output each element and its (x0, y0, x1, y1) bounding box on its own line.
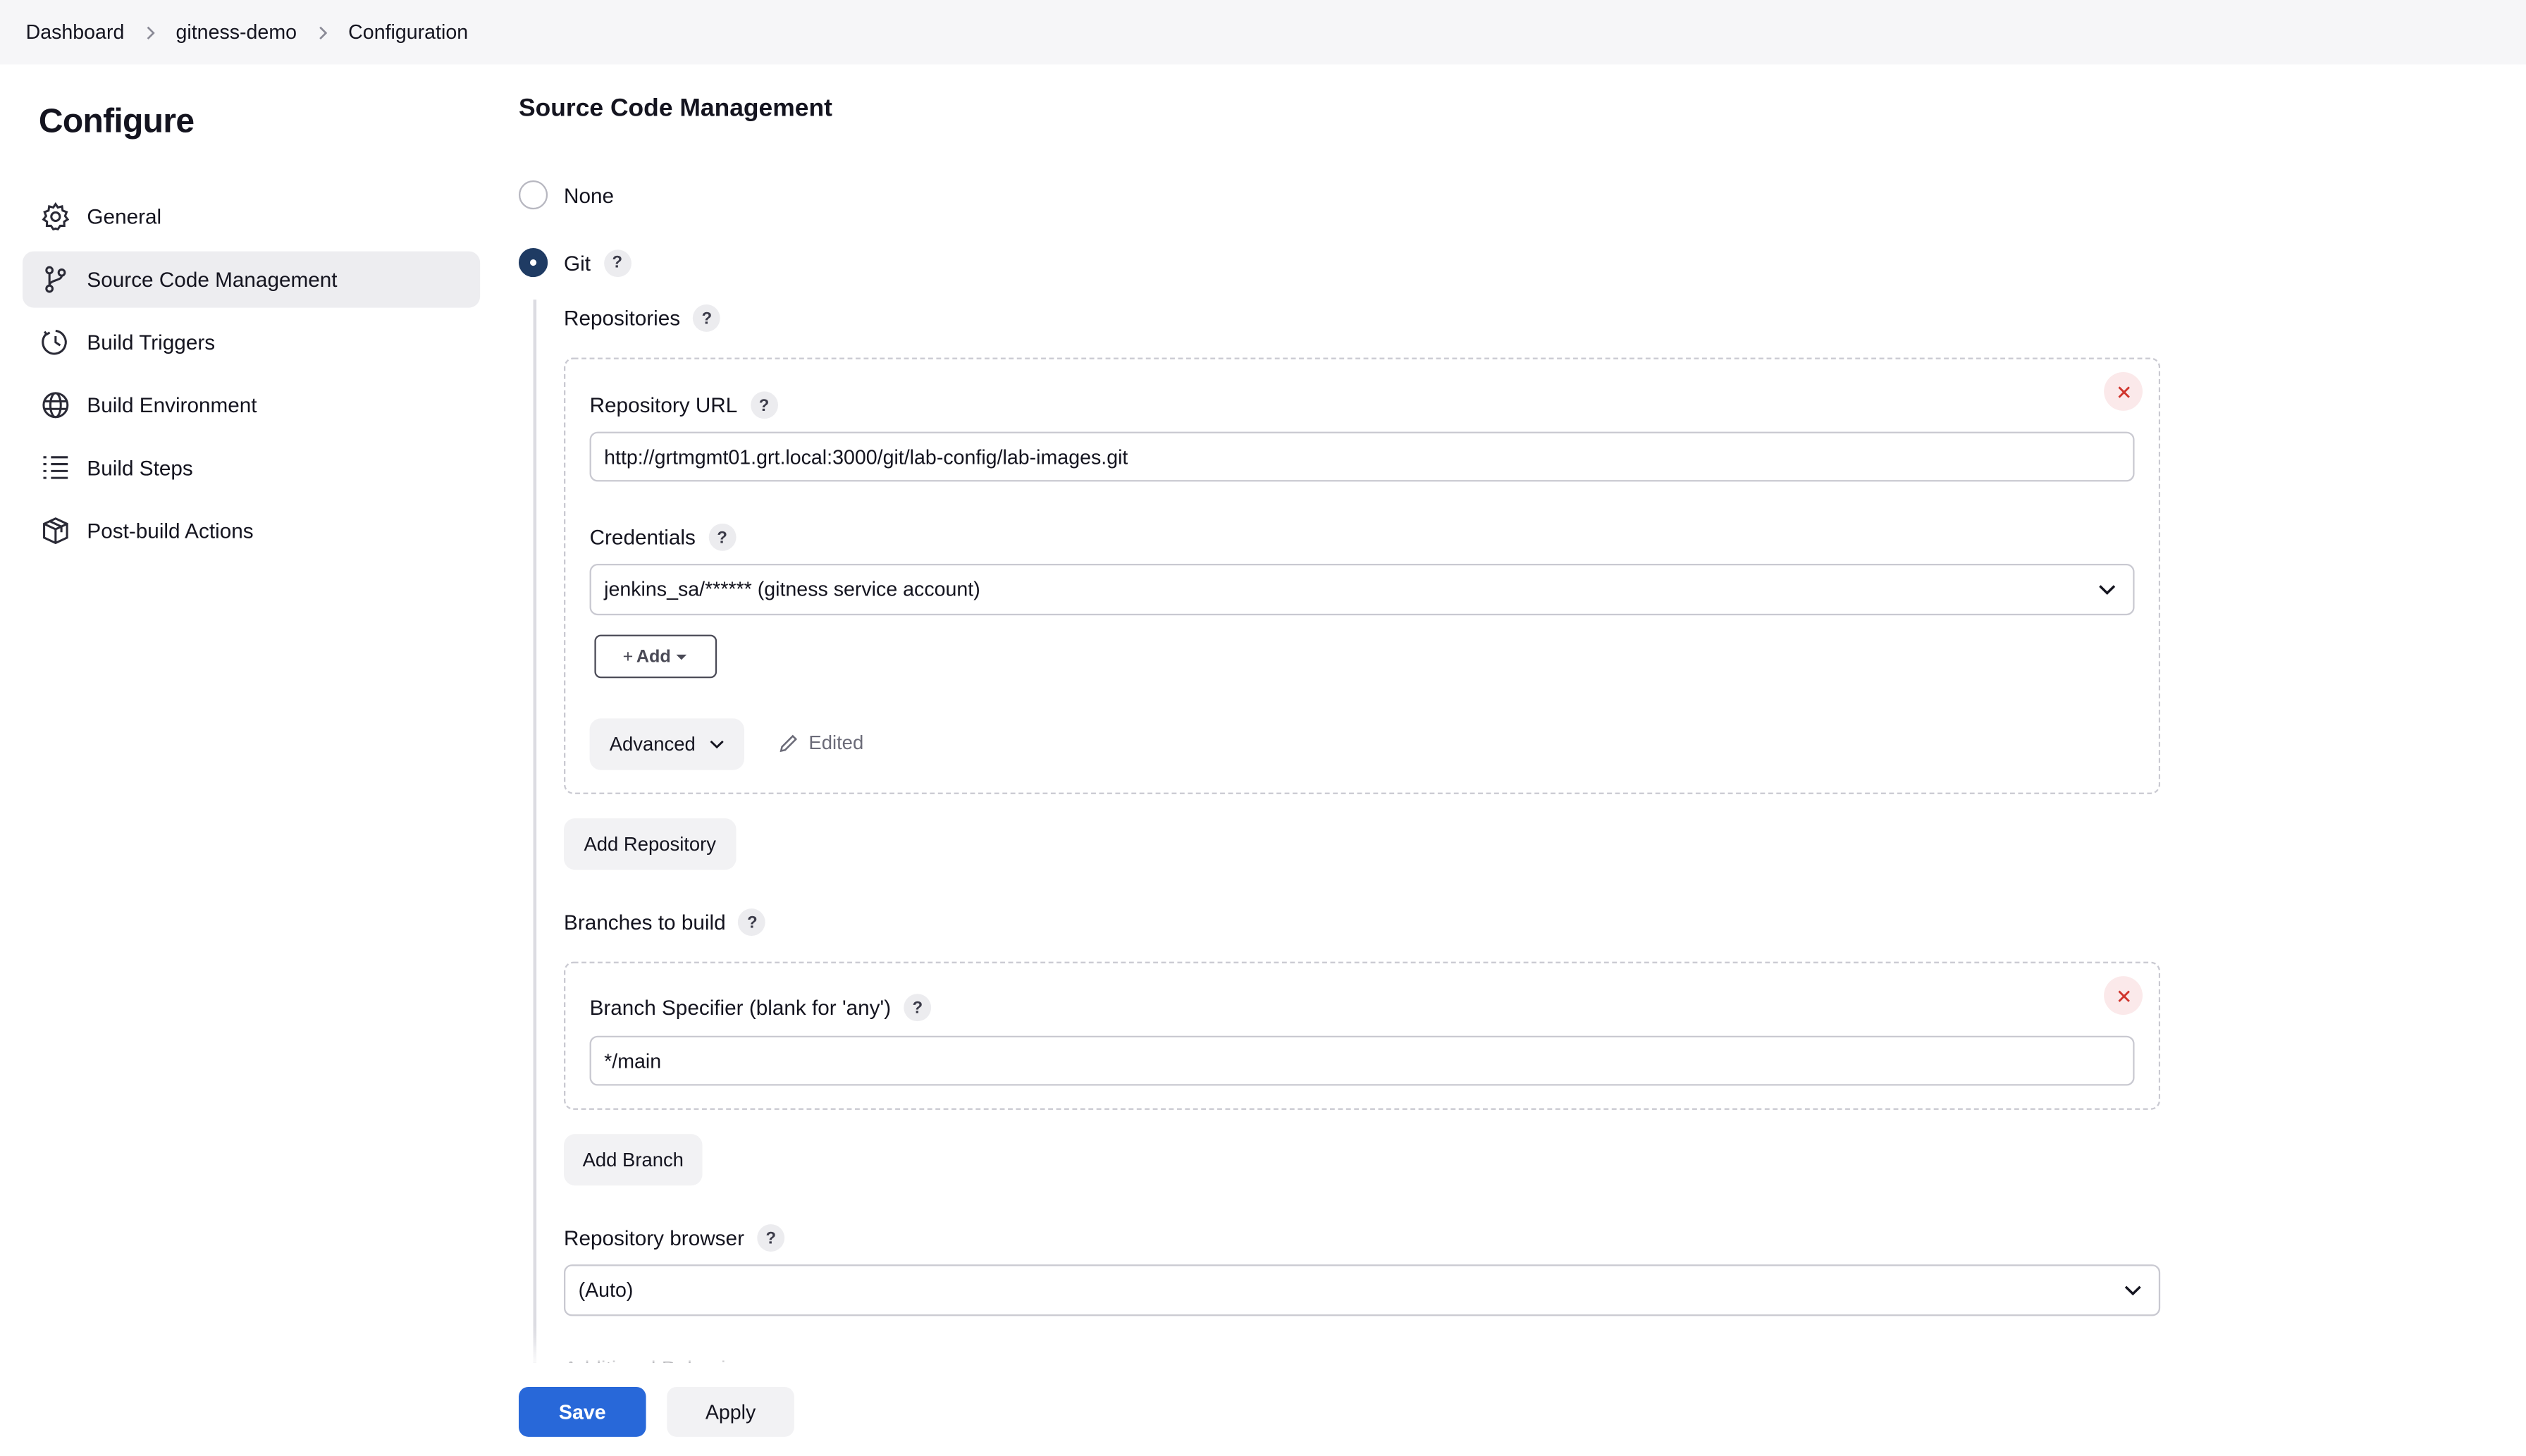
apply-button[interactable]: Apply (667, 1386, 794, 1437)
repo-url-label: Repository URL ? (590, 391, 778, 419)
remove-repository-button[interactable] (2104, 371, 2143, 411)
radio-none[interactable] (518, 180, 548, 210)
branch-specifier-label: Branch Specifier (blank for 'any') ? (589, 994, 932, 1022)
radio-none-label: None (563, 183, 615, 207)
repository-browser-label: Repository browser ? (563, 1224, 785, 1252)
package-icon (39, 514, 71, 547)
sidebar-item-build-steps[interactable]: Build Steps (23, 440, 480, 496)
credentials-label-text: Credentials (589, 525, 696, 550)
branch-specifier-input[interactable]: */main (589, 1035, 2135, 1086)
credentials-label: Credentials ? (589, 523, 737, 551)
section-title: Source Code Management (518, 94, 832, 123)
help-icon[interactable]: ? (693, 304, 721, 332)
sidebar-item-source-code-management[interactable]: Source Code Management (22, 251, 481, 308)
chevron-down-icon (2099, 585, 2116, 595)
repositories-label-text: Repositories (563, 306, 681, 331)
sidebar-item-label: Build Environment (87, 393, 257, 417)
branches-label: Branches to build ? (564, 908, 766, 936)
scm-option-git: Git ? (518, 247, 632, 278)
sidebar-nav: General Source Code Management Build Tri… (22, 188, 481, 565)
plus-icon: + (622, 646, 634, 667)
sidebar-item-label: Build Triggers (87, 330, 216, 354)
breadcrumb-dashboard[interactable]: Dashboard (0, 21, 137, 44)
repository-browser-label-text: Repository browser (563, 1226, 744, 1250)
breadcrumb-configuration[interactable]: Configuration (335, 21, 481, 44)
breadcrumb: Dashboard gitness-demo Configuration (0, 0, 2526, 65)
sidebar-item-label: Post-build Actions (87, 518, 254, 543)
help-icon[interactable]: ? (708, 523, 737, 551)
sidebar-item-post-build-actions[interactable]: Post-build Actions (23, 502, 480, 559)
radio-git[interactable] (518, 247, 548, 278)
section-guide-line (533, 300, 537, 1369)
advanced-button[interactable]: Advanced (589, 718, 744, 770)
sidebar-item-build-triggers[interactable]: Build Triggers (23, 314, 480, 371)
credentials-select[interactable]: jenkins_sa/****** (gitness service accou… (589, 563, 2135, 616)
branch-specifier-label-text: Branch Specifier (blank for 'any') (589, 995, 892, 1020)
pencil-icon (780, 734, 798, 751)
add-repository-button[interactable]: Add Repository (563, 818, 737, 870)
list-icon (39, 452, 71, 484)
save-button[interactable]: Save (518, 1386, 646, 1437)
chevron-down-icon (709, 740, 723, 749)
repository-browser-select[interactable]: (Auto) (563, 1264, 2161, 1316)
sidebar-item-label: Source Code Management (87, 267, 338, 292)
chevron-right-icon (137, 25, 164, 39)
branch-specifier-value: */main (604, 1049, 662, 1073)
help-icon[interactable]: ? (757, 1224, 785, 1252)
help-icon[interactable]: ? (738, 908, 766, 936)
close-icon (2117, 385, 2129, 397)
add-branch-button[interactable]: Add Branch (563, 1134, 703, 1186)
advanced-label: Advanced (609, 732, 696, 755)
radio-git-label: Git (563, 250, 591, 275)
remove-branch-button[interactable] (2104, 976, 2143, 1015)
edited-label: Edited (808, 731, 864, 754)
add-repository-label: Add Repository (584, 832, 717, 856)
repository-browser-value: (Auto) (578, 1278, 634, 1302)
sidebar-item-label: Build Steps (87, 455, 193, 481)
clock-icon (39, 326, 71, 359)
page-title: Configure (38, 103, 195, 140)
branches-label-text: Branches to build (563, 910, 726, 934)
help-icon[interactable]: ? (750, 391, 778, 419)
chevron-down-icon (2124, 1285, 2141, 1296)
repo-url-label-text: Repository URL (589, 393, 738, 417)
scm-option-none: None (518, 180, 615, 210)
edited-indicator: Edited (778, 732, 863, 754)
gear-icon (39, 201, 71, 233)
help-icon[interactable]: ? (603, 249, 632, 276)
close-icon (2117, 989, 2129, 1001)
sidebar-item-label: General (87, 204, 162, 229)
git-branch-icon (39, 264, 71, 296)
sidebar-item-general[interactable]: General (23, 188, 480, 245)
sidebar-item-build-environment[interactable]: Build Environment (23, 377, 480, 433)
add-credentials-button[interactable]: + Add (594, 634, 717, 679)
add-branch-label: Add Branch (582, 1148, 684, 1171)
chevron-right-icon (309, 25, 335, 39)
breadcrumb-job[interactable]: gitness-demo (163, 21, 309, 44)
repository-url-value: http://grtmgmt01.grt.local:3000/git/lab-… (604, 445, 1128, 468)
repositories-label: Repositories ? (563, 304, 721, 332)
caret-down-icon (677, 653, 688, 660)
credentials-value: jenkins_sa/****** (gitness service accou… (604, 578, 980, 601)
add-label: Add (636, 646, 671, 667)
globe-icon (39, 389, 71, 421)
repository-url-input[interactable]: http://grtmgmt01.grt.local:3000/git/lab-… (589, 431, 2135, 482)
help-icon[interactable]: ? (904, 994, 932, 1022)
